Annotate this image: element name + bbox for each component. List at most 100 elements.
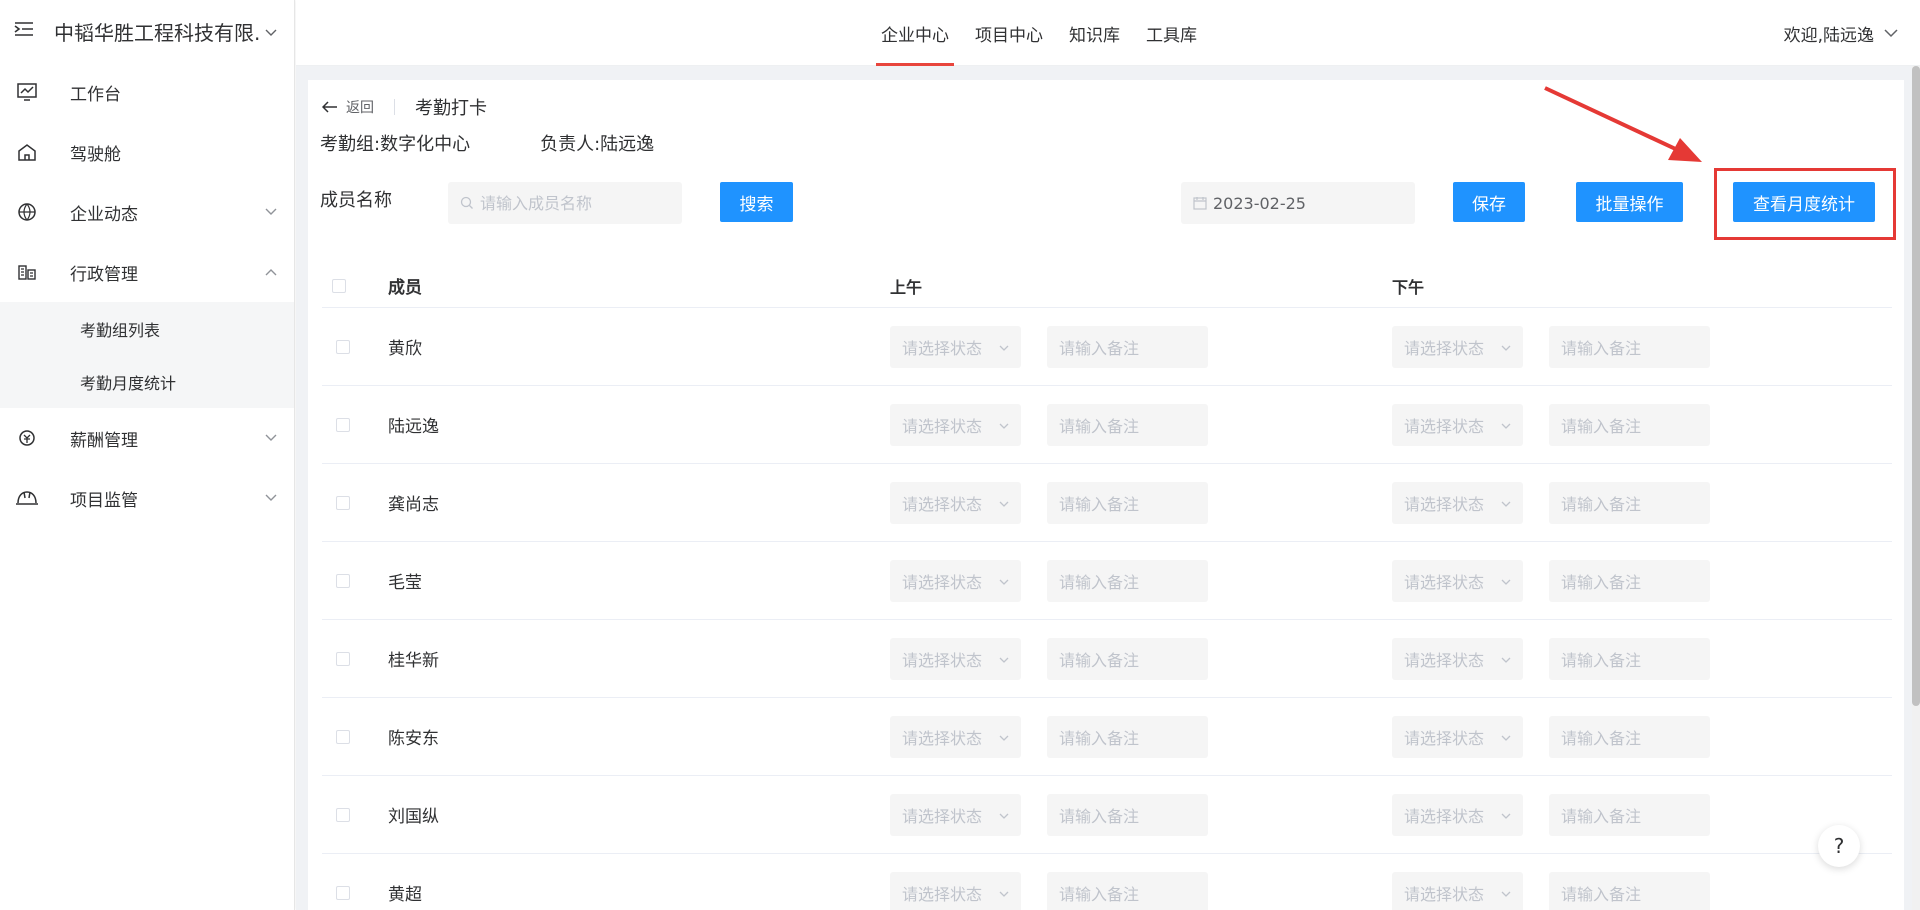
afternoon-remark-input[interactable]: 请输入备注 xyxy=(1549,403,1710,446)
afternoon-remark-input[interactable]: 请输入备注 xyxy=(1549,871,1710,910)
sidebar-item-workbench[interactable]: 工作台 xyxy=(0,62,294,122)
header-afternoon: 下午 xyxy=(1392,277,1425,297)
helmet-icon xyxy=(14,489,40,507)
afternoon-remark-input[interactable]: 请输入备注 xyxy=(1549,325,1710,368)
afternoon-remark-input[interactable]: 请输入备注 xyxy=(1549,715,1710,758)
sidebar-item-label: 行政管理 xyxy=(70,264,138,285)
row-checkbox[interactable] xyxy=(336,651,350,666)
search-button[interactable]: 搜索 xyxy=(720,182,793,222)
sidebar-item-salary[interactable]: 薪酬管理 xyxy=(0,408,294,468)
afternoon-status-select[interactable]: 请选择状态 xyxy=(1392,481,1523,524)
sidebar-item-enterprise-news[interactable]: 企业动态 xyxy=(0,182,294,242)
row-checkbox[interactable] xyxy=(336,729,350,744)
select-placeholder: 请选择状态 xyxy=(902,494,983,514)
chevron-down-icon xyxy=(1884,23,1898,43)
group-info: 考勤组:数字化中心 负责人:陆远逸 xyxy=(320,130,654,156)
sidebar-item-cockpit[interactable]: 驾驶舱 xyxy=(0,122,294,182)
afternoon-remark-input[interactable]: 请输入备注 xyxy=(1549,637,1710,680)
scrollbar-thumb[interactable] xyxy=(1912,66,1920,706)
table-body: 黄欣 请选择状态 请输入备注 请选择状态 请输入备注 陆远逸 请选择状态 请输入备注 请选择状态… xyxy=(322,308,1892,910)
morning-remark-input[interactable]: 请输入备注 xyxy=(1047,637,1208,680)
afternoon-remark-input[interactable]: 请输入备注 xyxy=(1549,559,1710,602)
select-all-checkbox[interactable] xyxy=(332,278,346,293)
morning-status-select[interactable]: 请选择状态 xyxy=(890,403,1021,446)
afternoon-remark-input[interactable]: 请输入备注 xyxy=(1549,793,1710,836)
morning-remark-input[interactable]: 请输入备注 xyxy=(1047,481,1208,524)
member-search-input[interactable] xyxy=(480,193,682,213)
morning-status-select[interactable]: 请选择状态 xyxy=(890,793,1021,836)
afternoon-status-select[interactable]: 请选择状态 xyxy=(1392,793,1523,836)
member-name: 陈安东 xyxy=(388,729,439,749)
morning-remark-input[interactable]: 请输入备注 xyxy=(1047,715,1208,758)
sidebar-item-label: 项目监管 xyxy=(70,490,138,511)
morning-status-select[interactable]: 请选择状态 xyxy=(890,715,1021,758)
chevron-down-icon xyxy=(1501,415,1511,434)
select-placeholder: 请选择状态 xyxy=(1404,650,1485,670)
row-checkbox[interactable] xyxy=(336,885,350,900)
afternoon-status-select[interactable]: 请选择状态 xyxy=(1392,637,1523,680)
morning-status-select[interactable]: 请选择状态 xyxy=(890,325,1021,368)
sidebar-subitem-attendance-groups[interactable]: 考勤组列表 xyxy=(0,302,294,355)
afternoon-status-select[interactable]: 请选择状态 xyxy=(1392,871,1523,910)
afternoon-status-select[interactable]: 请选择状态 xyxy=(1392,715,1523,758)
chevron-down-icon xyxy=(262,22,280,41)
select-placeholder: 请选择状态 xyxy=(1404,572,1485,592)
chevron-down-icon xyxy=(999,415,1009,434)
select-placeholder: 请选择状态 xyxy=(902,416,983,436)
tab-knowledge-base[interactable]: 知识库 xyxy=(1064,0,1125,66)
date-picker[interactable] xyxy=(1181,182,1415,224)
row-checkbox[interactable] xyxy=(336,339,350,354)
member-name: 龚尚志 xyxy=(388,495,439,515)
calendar-icon xyxy=(1193,197,1207,210)
select-placeholder: 请选择状态 xyxy=(902,806,983,826)
row-checkbox[interactable] xyxy=(336,495,350,510)
user-menu[interactable]: 欢迎,陆远逸 xyxy=(1784,0,1898,66)
morning-remark-input[interactable]: 请输入备注 xyxy=(1047,325,1208,368)
sidebar-item-label: 薪酬管理 xyxy=(70,430,138,451)
table-row: 陆远逸 请选择状态 请输入备注 请选择状态 请输入备注 xyxy=(322,386,1892,464)
sidebar-subitem-monthly-stats[interactable]: 考勤月度统计 xyxy=(0,355,294,408)
top-nav: 企业中心 项目中心 知识库 工具库 欢迎,陆远逸 xyxy=(296,0,1920,66)
date-input[interactable] xyxy=(1213,193,1415,213)
company-switcher[interactable]: 中韬华胜工程科技有限... xyxy=(0,0,294,62)
chevron-down-icon xyxy=(999,649,1009,668)
morning-status-select[interactable]: 请选择状态 xyxy=(890,559,1021,602)
chevron-up-icon xyxy=(262,265,280,279)
afternoon-remark-input[interactable]: 请输入备注 xyxy=(1549,481,1710,524)
member-search-field[interactable] xyxy=(448,182,682,224)
view-monthly-stats-button[interactable]: 查看月度统计 xyxy=(1733,182,1875,222)
afternoon-status-select[interactable]: 请选择状态 xyxy=(1392,325,1523,368)
chevron-down-icon xyxy=(1501,493,1511,512)
row-checkbox[interactable] xyxy=(336,807,350,822)
morning-remark-input[interactable]: 请输入备注 xyxy=(1047,559,1208,602)
morning-status-select[interactable]: 请选择状态 xyxy=(890,637,1021,680)
chevron-down-icon xyxy=(1501,571,1511,590)
tab-enterprise-center[interactable]: 企业中心 xyxy=(876,0,954,66)
menu-fold-icon[interactable] xyxy=(14,21,36,41)
back-label: 返回 xyxy=(346,100,374,116)
morning-remark-input[interactable]: 请输入备注 xyxy=(1047,403,1208,446)
tab-project-center[interactable]: 项目中心 xyxy=(970,0,1048,66)
chevron-down-icon xyxy=(262,431,280,445)
row-checkbox[interactable] xyxy=(336,573,350,588)
help-button[interactable]: ? xyxy=(1818,825,1860,867)
morning-remark-input[interactable]: 请输入备注 xyxy=(1047,793,1208,836)
back-button[interactable]: 返回 xyxy=(322,97,374,117)
sidebar-item-project-supervision[interactable]: 项目监管 xyxy=(0,468,294,528)
afternoon-status-select[interactable]: 请选择状态 xyxy=(1392,559,1523,602)
morning-status-select[interactable]: 请选择状态 xyxy=(890,871,1021,910)
morning-remark-input[interactable]: 请输入备注 xyxy=(1047,871,1208,910)
row-checkbox[interactable] xyxy=(336,417,350,432)
save-button[interactable]: 保存 xyxy=(1453,182,1525,222)
member-name: 陆远逸 xyxy=(388,417,439,437)
chevron-down-icon xyxy=(999,493,1009,512)
afternoon-status-select[interactable]: 请选择状态 xyxy=(1392,403,1523,446)
member-name: 刘国纵 xyxy=(388,807,439,827)
morning-status-select[interactable]: 请选择状态 xyxy=(890,481,1021,524)
batch-operation-button[interactable]: 批量操作 xyxy=(1576,182,1683,222)
tab-tool-library[interactable]: 工具库 xyxy=(1141,0,1202,66)
divider xyxy=(394,99,395,115)
select-placeholder: 请选择状态 xyxy=(902,650,983,670)
sidebar-item-admin[interactable]: 行政管理 xyxy=(0,242,294,302)
select-placeholder: 请选择状态 xyxy=(902,884,983,904)
